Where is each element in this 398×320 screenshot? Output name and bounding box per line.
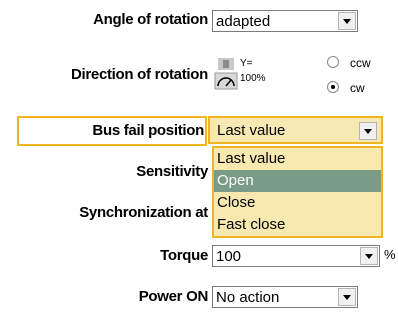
- ccw-label: ccw: [350, 56, 371, 70]
- angle-of-rotation-label: Angle of rotation: [93, 11, 208, 28]
- bus-fail-position-value: Last value: [217, 122, 286, 139]
- chevron-down-icon[interactable]: [338, 288, 356, 306]
- dropdown-option-last-value[interactable]: Last value: [214, 148, 381, 170]
- torque-value: 100: [216, 248, 242, 265]
- angle-of-rotation-value: adapted: [216, 13, 271, 30]
- direction-of-rotation-label: Direction of rotation: [70, 66, 208, 83]
- bus-fail-position-select[interactable]: Last value: [208, 116, 383, 144]
- rotation-dial-icon: [214, 58, 238, 90]
- power-on-label: Power ON: [138, 288, 209, 305]
- torque-label: Torque: [160, 247, 208, 264]
- bus-fail-position-label: Bus fail position: [92, 122, 204, 139]
- cw-radio[interactable]: [327, 81, 339, 93]
- power-on-value: No action: [216, 289, 280, 306]
- dropdown-option-open[interactable]: Open: [214, 170, 381, 192]
- chevron-down-icon[interactable]: [338, 12, 356, 30]
- direction-icon-text-2: 100%: [240, 73, 266, 84]
- power-on-select[interactable]: No action: [212, 286, 358, 308]
- direction-icon-text-1: Y=: [240, 58, 253, 69]
- dropdown-option-fast-close[interactable]: Fast close: [214, 214, 381, 236]
- torque-unit: %: [384, 247, 396, 262]
- dropdown-option-close[interactable]: Close: [214, 192, 381, 214]
- synchronization-at-label: Synchronization at: [79, 204, 208, 221]
- angle-of-rotation-select[interactable]: adapted: [212, 10, 358, 32]
- bus-fail-dropdown-list: Last value Open Close Fast close: [212, 146, 383, 238]
- cw-label: cw: [350, 81, 365, 95]
- sensitivity-label: Sensitivity: [136, 163, 208, 180]
- torque-select[interactable]: 100: [212, 245, 380, 267]
- chevron-down-icon[interactable]: [359, 122, 377, 140]
- ccw-radio[interactable]: [327, 56, 339, 68]
- chevron-down-icon[interactable]: [360, 247, 378, 265]
